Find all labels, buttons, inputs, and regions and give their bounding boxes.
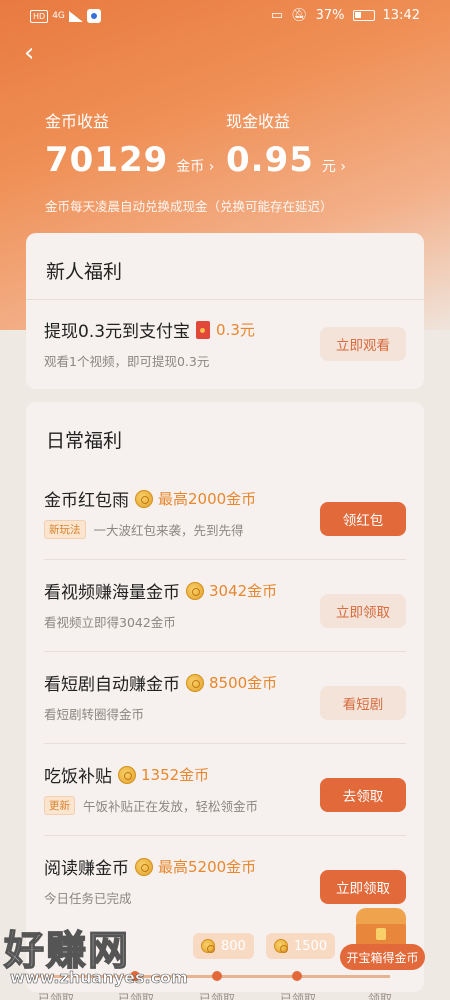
coin-icon bbox=[186, 673, 204, 692]
battery-percent: 37% bbox=[315, 8, 345, 23]
task-reward: 0.3元 bbox=[216, 321, 255, 339]
coin-icon bbox=[135, 857, 153, 876]
daily-task-row: 吃饭补贴 1352金币更新 午饭补贴正在发放，轻松领金币 去领取 bbox=[44, 744, 406, 836]
new-user-title: 新人福利 bbox=[46, 261, 123, 283]
task-reward: 8500金币 bbox=[209, 674, 278, 692]
coin-icon bbox=[186, 581, 204, 600]
task-reward: 3042金币 bbox=[209, 582, 278, 600]
task-action-button[interactable]: 立即领取 bbox=[320, 594, 406, 628]
milestone-pill: 800 bbox=[193, 933, 254, 959]
network-type: 4G bbox=[52, 11, 65, 21]
coin-icon bbox=[274, 939, 288, 953]
task-desc: 午饭补贴正在发放，轻松领金币 bbox=[83, 799, 259, 814]
signal-icon bbox=[68, 10, 83, 22]
task-title-text: 阅读赚金币 bbox=[44, 859, 129, 879]
progress-dot bbox=[212, 971, 222, 981]
task-action-button[interactable]: 看短剧 bbox=[320, 686, 406, 720]
exchange-note: 金币每天凌晨自动兑换成现金（兑换可能存在延迟） bbox=[45, 199, 333, 214]
milestone-value: 1500 bbox=[294, 938, 328, 954]
task-title-text: 金币红包雨 bbox=[44, 491, 129, 511]
watermark-url: www.zhuanyes.com bbox=[10, 968, 188, 988]
task-action-button[interactable]: 领红包 bbox=[320, 502, 406, 536]
chest-lock bbox=[376, 928, 386, 940]
watch-now-button[interactable]: 立即观看 bbox=[320, 327, 406, 361]
claimed-label: 已领取 bbox=[199, 992, 236, 1000]
cast-icon: ▭ bbox=[270, 8, 284, 23]
coin-earnings-label: 金币收益 bbox=[45, 112, 110, 131]
task-action-button[interactable]: 去领取 bbox=[320, 778, 406, 812]
task-reward: 最高2000金币 bbox=[158, 490, 257, 508]
open-chest-button[interactable]: 开宝箱得金币 bbox=[340, 944, 425, 970]
cash-earnings-label: 现金收益 bbox=[226, 112, 291, 131]
task-title: 金币红包雨 最高2000金币 bbox=[44, 486, 256, 511]
claim-label: 领取 bbox=[368, 992, 393, 1000]
task-desc: 看视频立即得3042金币 bbox=[44, 615, 176, 630]
app-notification-icon bbox=[86, 9, 101, 23]
task-desc-row: 更新 午饭补贴正在发放，轻松领金币 bbox=[44, 796, 258, 815]
daily-title: 日常福利 bbox=[46, 430, 123, 452]
red-packet-icon bbox=[196, 320, 211, 339]
coin-earnings[interactable]: 70129 金币 › bbox=[45, 140, 214, 180]
back-arrow-icon[interactable]: ‹ bbox=[24, 40, 34, 66]
task-desc: 今日任务已完成 bbox=[44, 891, 132, 906]
new-user-card: 新人福利 提现0.3元到支付宝 0.3元 观看1个视频，即可提现0.3元 立即观… bbox=[26, 233, 424, 389]
task-tag: 新玩法 bbox=[44, 520, 86, 539]
coin-icon bbox=[118, 765, 136, 784]
task-desc-row: 新玩法 一大波红包来袭，先到先得 bbox=[44, 520, 244, 539]
task-tag: 更新 bbox=[44, 796, 75, 815]
new-user-task: 提现0.3元到支付宝 0.3元 观看1个视频，即可提现0.3元 立即观看 bbox=[44, 299, 406, 391]
coin-earnings-unit: 金币 › bbox=[176, 159, 215, 175]
task-action-button[interactable]: 立即领取 bbox=[320, 870, 406, 904]
task-title-text: 吃饭补贴 bbox=[44, 767, 112, 787]
task-desc-row: 今日任务已完成 bbox=[44, 888, 132, 907]
task-desc-row: 看短剧转圈得金币 bbox=[44, 704, 144, 723]
progress-dot bbox=[292, 971, 302, 981]
task-title: 提现0.3元到支付宝 0.3元 bbox=[44, 317, 255, 342]
milestone-pill: 1500 bbox=[266, 933, 336, 959]
cash-earnings[interactable]: 0.95 元 › bbox=[226, 140, 346, 180]
task-title-text: 看短剧自动赚金币 bbox=[44, 675, 180, 695]
task-desc-row: 看视频立即得3042金币 bbox=[44, 612, 176, 631]
task-title: 看短剧自动赚金币 8500金币 bbox=[44, 670, 277, 695]
task-reward: 1352金币 bbox=[141, 766, 210, 784]
hd-badge: HD bbox=[30, 9, 49, 23]
daily-task-row: 金币红包雨 最高2000金币新玩法 一大波红包来袭，先到先得 领红包 bbox=[44, 468, 406, 560]
watermark-logo: 好赚网 www.zhuanyes.com bbox=[3, 918, 194, 998]
daily-card: 日常福利 金币红包雨 最高2000金币新玩法 一大波红包来袭，先到先得 领红包看视频赚… bbox=[26, 402, 424, 992]
coin-earnings-value: 70129 bbox=[45, 140, 169, 180]
task-title-text: 提现0.3元到支付宝 bbox=[44, 322, 191, 342]
task-title: 看视频赚海量金币 3042金币 bbox=[44, 578, 277, 603]
task-title: 吃饭补贴 1352金币 bbox=[44, 762, 209, 787]
mute-icon: 🔕︎ bbox=[291, 8, 308, 23]
task-desc: 一大波红包来袭，先到先得 bbox=[93, 523, 244, 538]
task-title: 阅读赚金币 最高5200金币 bbox=[44, 854, 256, 879]
coin-icon bbox=[135, 489, 153, 508]
task-reward: 最高5200金币 bbox=[158, 858, 257, 876]
cash-earnings-unit: 元 › bbox=[321, 159, 346, 175]
task-title-text: 看视频赚海量金币 bbox=[44, 583, 180, 603]
daily-task-row: 看视频赚海量金币 3042金币看视频立即得3042金币 立即领取 bbox=[44, 560, 406, 652]
task-desc: 看短剧转圈得金币 bbox=[44, 707, 145, 722]
clock: 13:42 bbox=[382, 8, 420, 23]
milestone-value: 800 bbox=[221, 938, 246, 954]
status-bar: HD 4G ▭ 🔕︎ 37% 13:42 bbox=[0, 0, 450, 32]
battery-icon bbox=[352, 10, 375, 21]
cash-earnings-value: 0.95 bbox=[226, 140, 314, 180]
daily-task-row: 看短剧自动赚金币 8500金币看短剧转圈得金币 看短剧 bbox=[44, 652, 406, 744]
task-desc: 观看1个视频，即可提现0.3元 bbox=[44, 354, 210, 369]
coin-icon bbox=[201, 939, 215, 953]
claimed-label: 已领取 bbox=[280, 992, 317, 1000]
